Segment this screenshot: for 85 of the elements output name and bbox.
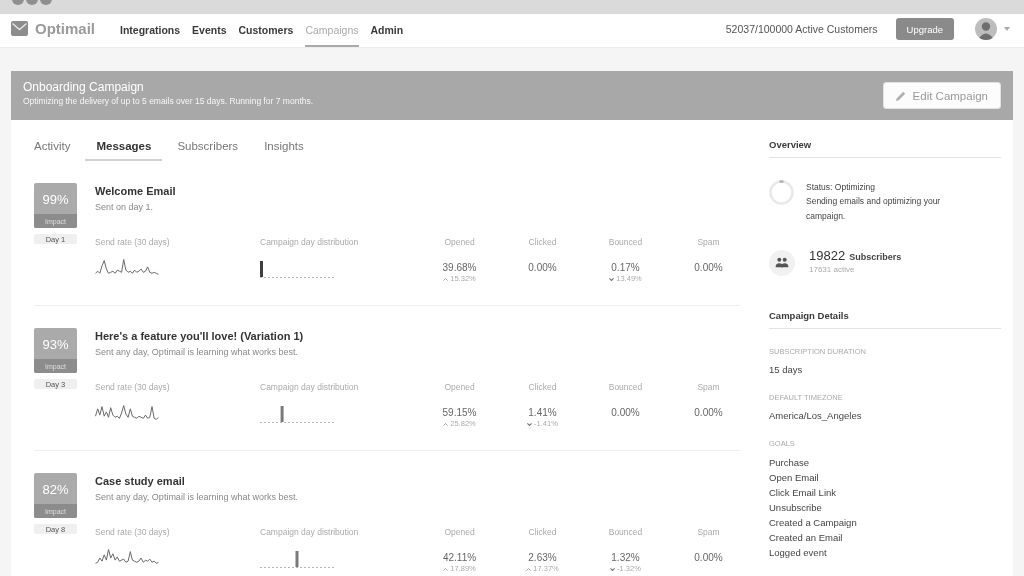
metric-label: Bounced — [608, 381, 643, 393]
nav-link[interactable]: Campaigns — [305, 14, 359, 47]
status-title: Status: Optimizing — [806, 181, 875, 194]
metric-value: 0.00% — [611, 406, 640, 419]
upgrade-button[interactable]: Upgrade — [895, 18, 954, 40]
sparkline-drawing — [95, 404, 159, 422]
metric-label: Opened — [444, 236, 475, 248]
metric-label: Spam — [697, 526, 720, 538]
metric-value: 0.00% — [528, 261, 557, 274]
metric-value: 2.63% — [528, 551, 557, 564]
nav-link[interactable]: Admin — [370, 14, 404, 47]
metric-label: Spam — [697, 236, 720, 248]
people-icon — [769, 250, 795, 276]
distribution-bar — [280, 406, 284, 422]
tab[interactable]: Insights — [253, 134, 315, 161]
impact-percent: 99% — [41, 190, 70, 209]
impact-percent: 82% — [41, 480, 70, 499]
active-subscribers: 17631 active — [809, 264, 855, 276]
metric-label: Opened — [444, 381, 475, 393]
subscriber-count: 19822 — [809, 249, 846, 263]
window-control-icon[interactable] — [26, 0, 38, 5]
metric-value: 0.17% — [611, 261, 640, 274]
nav-link[interactable]: Customers — [238, 14, 294, 47]
goal-item: Created a Campaign — [769, 516, 857, 530]
metric-label: Clicked — [528, 381, 557, 393]
message-title: Case study email — [95, 474, 185, 488]
status-description: Sending emails and optimizing your campaign. — [806, 195, 942, 223]
metric-value: 0.00% — [694, 551, 723, 564]
metric-value: 59.15% — [442, 406, 477, 419]
tab[interactable]: Activity — [23, 134, 82, 161]
nav-link[interactable]: Events — [192, 14, 227, 47]
campaign-title: Onboarding Campaign — [23, 80, 144, 95]
metric-label: Clicked — [528, 236, 557, 248]
metric-value: 1.32% — [611, 551, 640, 564]
sparkline-drawing — [95, 259, 159, 277]
metric-label: Bounced — [608, 526, 643, 538]
goal-item: Open Email — [769, 471, 819, 485]
window-control-icon[interactable] — [12, 0, 24, 5]
distribution-label: Campaign day distribution — [260, 236, 359, 248]
goal-item: Unsubscribe — [769, 501, 822, 515]
message-title: Welcome Email — [95, 184, 176, 198]
avatar-icon[interactable] — [975, 18, 997, 40]
details-heading: Campaign Details — [769, 310, 849, 322]
goal-item: Logged event — [769, 546, 827, 560]
distribution-bar — [295, 551, 299, 567]
metric-value: 39.68% — [442, 261, 477, 274]
metric-label: Spam — [697, 381, 720, 393]
status-ring-icon — [769, 180, 794, 205]
nav-link[interactable]: Integrations — [120, 14, 181, 47]
metric-value: 42.11% — [442, 551, 477, 564]
send-rate-label: Send rate (30 days) — [95, 526, 170, 538]
subscriber-label: Subscribers — [849, 251, 902, 264]
window-control-icon[interactable] — [40, 0, 52, 5]
metric-label: Clicked — [528, 526, 557, 538]
distribution-bar — [260, 261, 263, 277]
field-value: 15 days — [769, 364, 803, 376]
message-subtitle: Sent any day, Optimail is learning what works best. — [95, 346, 298, 358]
pencil-icon — [895, 90, 906, 101]
impact-percent: 93% — [41, 335, 70, 354]
logo-text: Optimail — [35, 19, 95, 38]
edit-campaign-button[interactable]: Edit Campaign — [882, 82, 1001, 109]
overview-heading: Overview — [769, 139, 812, 151]
distribution-label: Campaign day distribution — [260, 526, 359, 538]
sparkline-drawing — [95, 549, 159, 567]
distribution-label: Campaign day distribution — [260, 381, 359, 393]
metric-value: 0.00% — [694, 261, 723, 274]
tab[interactable]: Subscribers — [166, 134, 250, 161]
caret-down-icon[interactable] — [1004, 27, 1010, 31]
metric-value: 1.41% — [528, 406, 557, 419]
message-subtitle: Sent on day 1. — [95, 201, 154, 213]
goal-item: Click Email Link — [769, 486, 837, 500]
message-subtitle: Sent any day, Optimail is learning what works best. — [95, 491, 298, 503]
envelope-icon — [11, 21, 28, 36]
metric-label: Opened — [444, 526, 475, 538]
active-customers-count: 52037/100000 Active Customers — [725, 23, 878, 37]
goal-item: Purchase — [769, 456, 810, 470]
campaign-subtitle: Optimizing the delivery of up to 5 emails over 15 days. Running for 7 months. — [23, 96, 314, 107]
metric-value: 0.00% — [694, 406, 723, 419]
metric-label: Bounced — [608, 236, 643, 248]
send-rate-label: Send rate (30 days) — [95, 381, 170, 393]
goal-item: Created an Email — [769, 531, 843, 545]
tab[interactable]: Messages — [85, 134, 163, 161]
field-value: America/Los_Angeles — [769, 410, 862, 422]
send-rate-label: Send rate (30 days) — [95, 236, 170, 248]
message-title: Here's a feature you'll love! (Variation 1) — [95, 329, 304, 343]
